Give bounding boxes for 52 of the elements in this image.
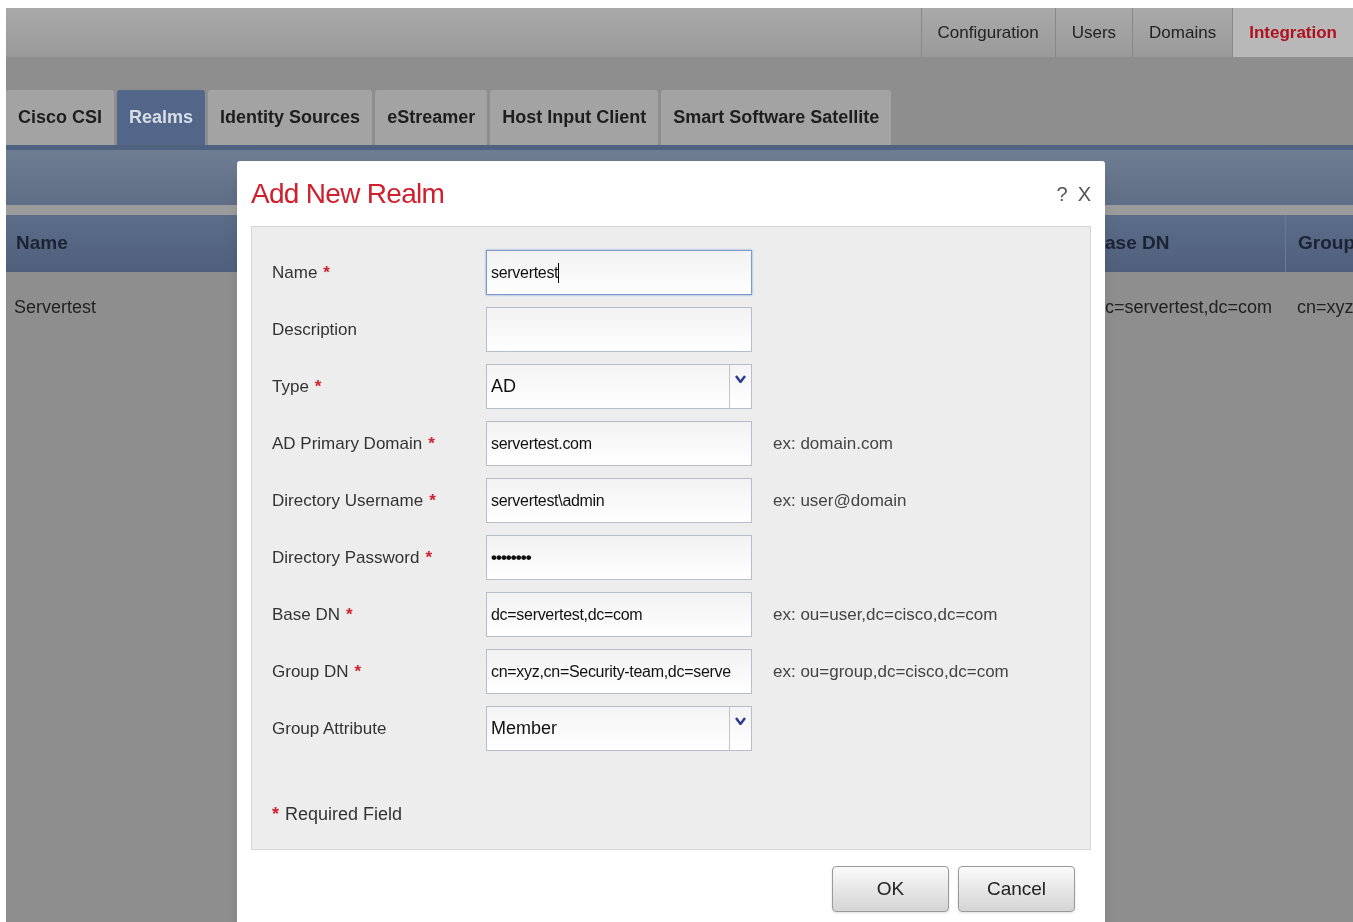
dialog-title: Add New Realm [251, 176, 445, 211]
field-label: Group Attribute [272, 717, 387, 740]
table-cell: c=servertest,dc=com [1105, 296, 1273, 317]
column-header: ase DN [1105, 231, 1170, 256]
sub-tab[interactable]: Identity Sources [208, 90, 373, 145]
field-label: Base DN [272, 603, 341, 626]
sub-tab[interactable]: Realms [117, 90, 206, 145]
input-field[interactable]: servertest [486, 250, 752, 295]
sub-tab[interactable]: Cisco CSI [6, 90, 115, 145]
field-label: Directory Username [272, 489, 424, 512]
required-marker: * [346, 603, 353, 626]
input-field[interactable]: servertest\admin [486, 478, 752, 523]
input-field[interactable] [486, 307, 752, 352]
input-field[interactable]: cn=xyz,cn=Security-team,dc=serve [486, 649, 752, 694]
cancel-button[interactable]: Cancel [958, 866, 1075, 912]
input-field[interactable]: servertest.com [486, 421, 752, 466]
chevron-down-icon [735, 375, 746, 383]
hint-text: ex: ou=group,dc=cisco,dc=com [773, 660, 1009, 683]
dropdown[interactable]: Member [486, 706, 752, 751]
required-marker: * [429, 489, 436, 512]
help-button[interactable]: ? [1056, 178, 1068, 209]
field-label: Name [272, 261, 318, 284]
password-field[interactable]: •••••••• [486, 535, 752, 580]
required-marker: * [323, 261, 330, 284]
required-note: Required Field [285, 803, 403, 826]
required-marker: * [272, 803, 279, 826]
input-field[interactable]: dc=servertest,dc=com [486, 592, 752, 637]
field-label: Group DN [272, 660, 349, 683]
sub-tab[interactable]: eStreamer [375, 90, 488, 145]
field-label: AD Primary Domain [272, 432, 423, 455]
required-marker: * [314, 375, 322, 398]
hint-text: ex: domain.com [773, 432, 893, 455]
sub-tab[interactable]: Host Input Client [490, 90, 659, 145]
nav-tab[interactable]: Users [1054, 8, 1133, 57]
required-marker: * [428, 432, 435, 455]
column-header: Name [16, 231, 68, 256]
field-label: Directory Password [272, 546, 420, 569]
field-label: Description [272, 318, 358, 341]
ok-button[interactable]: OK [832, 866, 949, 912]
required-marker: * [425, 546, 432, 569]
table-cell: cn=xyz [1297, 296, 1353, 317]
required-marker: * [354, 660, 362, 683]
nav-tab[interactable]: Integration [1232, 8, 1353, 57]
table-cell: Servertest [14, 296, 97, 317]
chevron-down-icon [735, 717, 746, 725]
dropdown[interactable]: AD [486, 364, 752, 409]
sub-tab[interactable]: Smart Software Satellite [661, 90, 892, 145]
nav-tab[interactable]: Configuration [920, 8, 1055, 57]
field-label: Type [272, 375, 309, 398]
close-button[interactable]: X [1077, 178, 1091, 209]
hint-text: ex: user@domain [773, 489, 907, 512]
hint-text: ex: ou=user,dc=cisco,dc=com [773, 603, 998, 626]
